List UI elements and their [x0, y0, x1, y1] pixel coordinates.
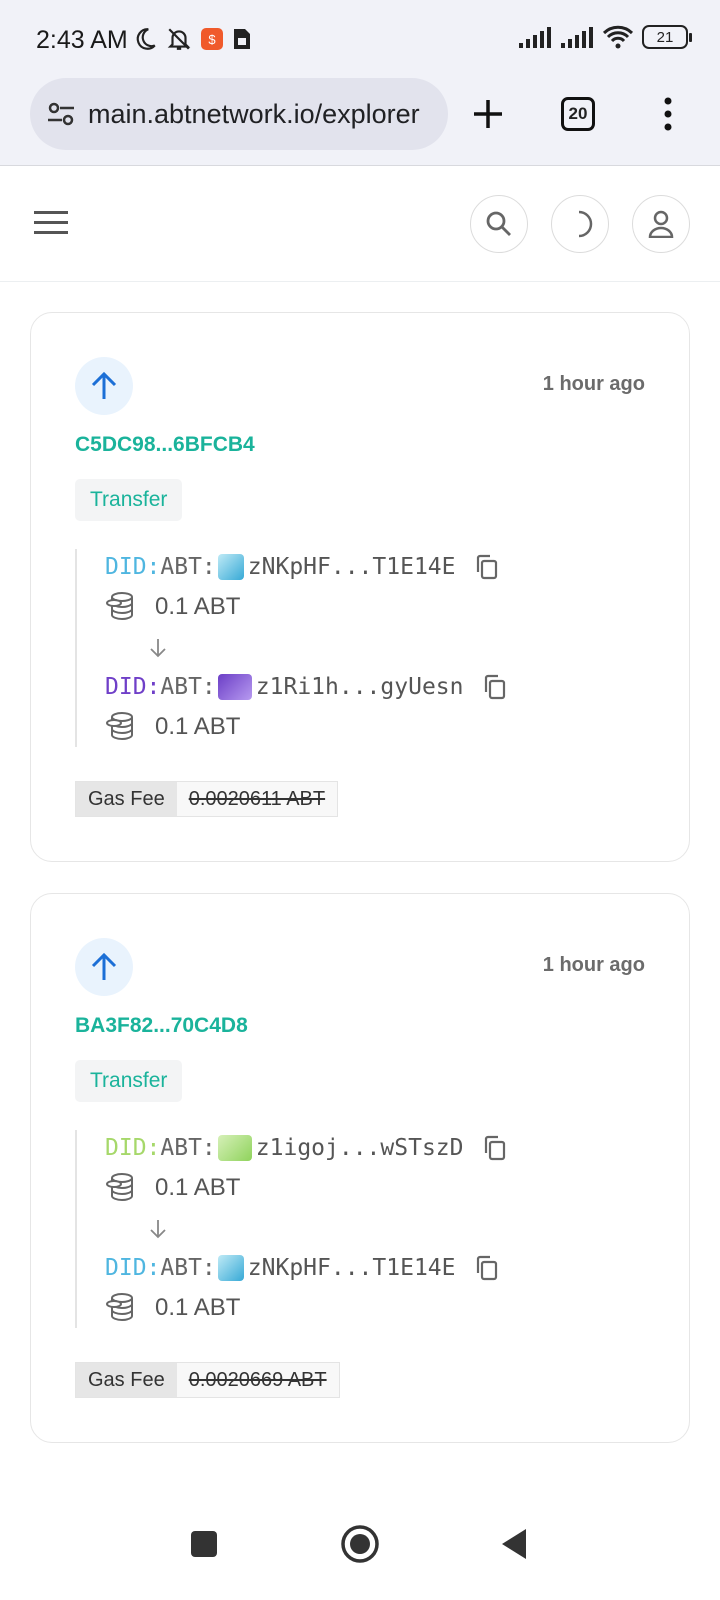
receiver-address[interactable]: z1Ri1h...gyUesn — [256, 674, 464, 700]
tab-count: 20 — [561, 97, 595, 131]
gas-fee-value: 0.0020669 ABT — [176, 1363, 339, 1397]
plus-icon — [474, 100, 502, 128]
bell-off-icon — [167, 28, 191, 50]
wifi-icon — [602, 25, 634, 49]
gas-fee: Gas Fee 0.0020611 ABT — [75, 781, 339, 817]
did-avatar — [217, 674, 252, 700]
flow-arrow — [105, 627, 635, 669]
transfer-flow: DID: ABT: zNKpHF...T1E14E 0.1 ABT DID: ABT… — [75, 549, 635, 747]
battery-indicator: 21 — [642, 25, 692, 49]
sender-block: DID: ABT: zNKpHF...T1E14E 0.1 ABT — [75, 549, 635, 669]
did-prefix: DID: — [105, 1255, 161, 1281]
sim-card-icon — [234, 29, 250, 49]
address-bar[interactable]: main.abtnetwork.io/explorer — [30, 78, 448, 150]
chain-label: ABT: — [160, 1135, 216, 1161]
coins-icon — [106, 592, 133, 621]
arrow-down-icon — [150, 1220, 166, 1239]
sender-amount-row: 0.1 ABT — [105, 1168, 635, 1208]
new-tab-button[interactable] — [460, 78, 516, 150]
sender-block: DID: ABT: z1igoj...wSTszD 0.1 ABT — [75, 1130, 635, 1250]
coins-icon — [106, 712, 133, 741]
sender-address-row: DID: ABT: z1igoj...wSTszD — [105, 1130, 635, 1166]
copy-icon[interactable] — [482, 674, 508, 700]
sender-amount: 0.1 ABT — [155, 1174, 241, 1201]
outgoing-tx-icon — [75, 938, 133, 996]
copy-icon[interactable] — [474, 1255, 500, 1281]
receiver-amount-row: 0.1 ABT — [105, 707, 635, 747]
did-avatar — [217, 554, 244, 580]
sender-address[interactable]: z1igoj...wSTszD — [256, 1135, 464, 1161]
did-prefix: DID: — [105, 1135, 161, 1161]
more-vertical-icon — [664, 97, 672, 131]
sender-amount: 0.1 ABT — [155, 593, 241, 620]
menu-icon[interactable] — [34, 209, 68, 237]
tx-type-badge: Transfer — [75, 1060, 183, 1102]
did-avatar — [217, 1255, 244, 1281]
gas-fee-value: 0.0020611 ABT — [176, 782, 338, 816]
theme-toggle-button[interactable] — [551, 195, 609, 253]
site-settings-icon[interactable] — [46, 99, 76, 129]
transaction-card[interactable]: 1 hour ago C5DC98...6BFCB4 Transfer DID:… — [30, 312, 690, 862]
svg-text:$: $ — [208, 32, 216, 47]
sender-address-row: DID: ABT: zNKpHF...T1E14E — [105, 549, 635, 585]
url-text[interactable]: main.abtnetwork.io/explorer — [88, 99, 420, 130]
signal-icon — [519, 27, 551, 48]
transfer-flow: DID: ABT: z1igoj...wSTszD 0.1 ABT DID: ABT… — [75, 1130, 635, 1328]
arrow-down-icon — [150, 639, 166, 658]
receiver-address[interactable]: zNKpHF...T1E14E — [248, 1255, 456, 1281]
browser-toolbar: main.abtnetwork.io/explorer 20 — [0, 78, 720, 166]
back-button[interactable] — [500, 1528, 528, 1560]
chain-label: ABT: — [160, 554, 216, 580]
tx-time: 1 hour ago — [542, 954, 645, 976]
account-button[interactable] — [632, 195, 690, 253]
user-icon — [648, 210, 674, 238]
browser-menu-button[interactable] — [640, 78, 696, 150]
did-prefix: DID: — [105, 554, 161, 580]
search-icon — [486, 211, 511, 236]
system-nav-bar — [0, 1488, 720, 1600]
tx-time: 1 hour ago — [542, 373, 645, 395]
arrow-up-icon — [91, 952, 117, 980]
shop-app-icon: $ — [201, 28, 223, 50]
receiver-amount-row: 0.1 ABT — [105, 1288, 635, 1328]
search-button[interactable] — [470, 195, 528, 253]
status-bar: 2:43 AM $ 21 — [0, 0, 720, 78]
did-prefix: DID: — [105, 674, 161, 700]
did-avatar — [217, 1135, 252, 1161]
receiver-address-row: DID: ABT: z1Ri1h...gyUesn — [105, 669, 635, 705]
outgoing-tx-icon — [75, 357, 133, 415]
status-system-icons: 21 — [518, 24, 692, 50]
receiver-amount: 0.1 ABT — [155, 1294, 241, 1321]
status-time: 2:43 AM — [36, 26, 128, 54]
receiver-block: DID: ABT: z1Ri1h...gyUesn 0.1 ABT — [75, 669, 635, 747]
flow-arrow — [105, 1208, 635, 1250]
recents-button[interactable] — [190, 1530, 218, 1558]
app-header — [0, 167, 720, 282]
tx-hash-link[interactable]: BA3F82...70C4D8 — [75, 1014, 248, 1038]
chain-label: ABT: — [160, 1255, 216, 1281]
chain-label: ABT: — [160, 674, 216, 700]
signal-icon — [561, 27, 593, 48]
gas-fee-label: Gas Fee — [76, 782, 177, 816]
copy-icon[interactable] — [474, 554, 500, 580]
receiver-address-row: DID: ABT: zNKpHF...T1E14E — [105, 1250, 635, 1286]
copy-icon[interactable] — [482, 1135, 508, 1161]
tx-type-badge: Transfer — [75, 479, 183, 521]
gas-fee-label: Gas Fee — [76, 1363, 177, 1397]
coins-icon — [106, 1293, 133, 1322]
home-button[interactable] — [340, 1524, 380, 1564]
sender-amount-row: 0.1 ABT — [105, 587, 635, 627]
tx-hash-link[interactable]: C5DC98...6BFCB4 — [75, 433, 255, 457]
tab-switcher-button[interactable]: 20 — [550, 78, 606, 150]
receiver-amount: 0.1 ABT — [155, 713, 241, 740]
receiver-block: DID: ABT: zNKpHF...T1E14E 0.1 ABT — [75, 1250, 635, 1328]
sender-address[interactable]: zNKpHF...T1E14E — [248, 554, 456, 580]
status-notification-icons: $ — [132, 26, 252, 52]
moon-icon — [136, 28, 156, 50]
transaction-card[interactable]: 1 hour ago BA3F82...70C4D8 Transfer DID:… — [30, 893, 690, 1443]
moon-icon — [578, 210, 593, 238]
arrow-up-icon — [91, 371, 117, 399]
coins-icon — [106, 1173, 133, 1202]
gas-fee: Gas Fee 0.0020669 ABT — [75, 1362, 340, 1398]
